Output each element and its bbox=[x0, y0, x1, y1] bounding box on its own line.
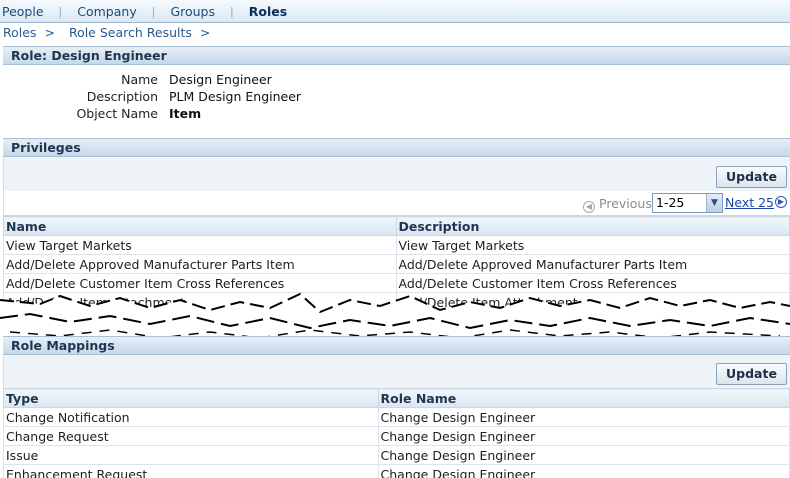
column-header-name: Name bbox=[3, 216, 397, 236]
privilege-description: View Target Markets bbox=[395, 235, 790, 255]
role-mappings-section-header: Role Mappings bbox=[3, 336, 790, 355]
table-row: View Target Markets View Target Markets bbox=[3, 235, 790, 255]
tab-roles[interactable]: Roles bbox=[247, 4, 289, 19]
field-object-name-label: Object Name bbox=[76, 106, 158, 121]
mapping-role-name: Change Design Engineer bbox=[377, 445, 790, 465]
table-row: Add/Delete Item Attachment Add/Delete It… bbox=[3, 292, 790, 312]
mapping-type: Change Notification bbox=[3, 407, 379, 427]
table-row: Issue Change Design Engineer bbox=[3, 445, 790, 465]
tab-people[interactable]: People bbox=[0, 4, 46, 19]
table-row: Change Notification Change Design Engine… bbox=[3, 407, 790, 427]
tab-separator: | bbox=[58, 4, 63, 18]
table-row: Enhancement Request Change Design Engine… bbox=[3, 464, 790, 478]
tab-separator: | bbox=[230, 4, 234, 18]
breadcrumb-separator: > bbox=[199, 24, 211, 40]
field-description-label: Description bbox=[86, 89, 158, 104]
table-row: Add/Delete Approved Manufacturer Parts I… bbox=[3, 254, 790, 274]
field-name-label: Name bbox=[121, 72, 158, 87]
previous-icon: ◀ bbox=[583, 201, 595, 213]
tab-groups[interactable]: Groups bbox=[168, 4, 217, 19]
mapping-role-name: Change Design Engineer bbox=[377, 426, 790, 446]
previous-label: Previous bbox=[599, 196, 652, 211]
field-object-name: Object Name Item bbox=[0, 106, 201, 121]
privilege-description: Add/Delete Item Attachment bbox=[395, 292, 790, 312]
table-row: Add/Delete Customer Item Cross Reference… bbox=[3, 273, 790, 293]
field-description-value: PLM Design Engineer bbox=[169, 89, 302, 104]
privilege-name: Add/Delete Customer Item Cross Reference… bbox=[3, 273, 397, 293]
breadcrumb-roles[interactable]: Roles bbox=[3, 25, 36, 40]
privilege-name: Add/Delete Item Attachment bbox=[3, 292, 397, 312]
role-mappings-update-button[interactable]: Update bbox=[716, 363, 787, 385]
next-icon[interactable]: ▶ bbox=[775, 196, 787, 208]
mapping-type: Change Request bbox=[3, 426, 379, 446]
role-section-header: Role: Design Engineer bbox=[3, 46, 790, 65]
table-header-row: Type Role Name bbox=[3, 388, 790, 408]
mapping-type: Enhancement Request bbox=[3, 464, 379, 478]
field-description: Description PLM Design Engineer bbox=[0, 89, 301, 104]
mapping-role-name: Change Design Engineer bbox=[377, 464, 790, 478]
privilege-description: Add/Delete Customer Item Cross Reference… bbox=[395, 273, 790, 293]
role-mappings-table: Type Role Name Change Notification Chang… bbox=[3, 388, 790, 478]
column-header-description: Description bbox=[395, 216, 790, 236]
field-name-value: Design Engineer bbox=[169, 72, 272, 87]
top-tab-bar: People | Company | Groups | Roles bbox=[0, 0, 790, 23]
privilege-name: Add/Delete Approved Manufacturer Parts I… bbox=[3, 254, 397, 274]
field-object-name-value: Item bbox=[169, 106, 202, 121]
table-header-row: Name Description bbox=[3, 216, 790, 236]
privileges-update-button[interactable]: Update bbox=[716, 166, 787, 188]
privileges-table: Name Description View Target Markets Vie… bbox=[3, 216, 790, 312]
chevron-down-icon: ▼ bbox=[706, 194, 722, 212]
breadcrumb-separator: > bbox=[44, 24, 55, 40]
privileges-action-bar: Update bbox=[3, 157, 790, 191]
privilege-name: View Target Markets bbox=[3, 235, 397, 255]
range-select[interactable]: 1-25 ▼ bbox=[652, 193, 723, 213]
mapping-role-name: Change Design Engineer bbox=[377, 407, 790, 427]
tab-separator: | bbox=[151, 4, 156, 18]
range-select-value: 1-25 bbox=[656, 195, 685, 210]
field-name: Name Design Engineer bbox=[0, 72, 272, 87]
privileges-section-header: Privileges bbox=[3, 138, 790, 157]
privileges-pagination: ◀ Previous 1-25 ▼ Next 25 ▶ bbox=[3, 191, 790, 216]
column-header-role-name: Role Name bbox=[377, 388, 790, 408]
table-row: Change Request Change Design Engineer bbox=[3, 426, 790, 446]
column-header-type: Type bbox=[3, 388, 379, 408]
breadcrumb: Roles > Role Search Results > bbox=[3, 24, 224, 40]
next-link[interactable]: Next 25 bbox=[725, 195, 774, 210]
breadcrumb-role-search-results[interactable]: Role Search Results bbox=[69, 25, 192, 40]
previous-link: ◀ Previous bbox=[583, 196, 652, 213]
role-mappings-action-bar: Update bbox=[3, 355, 790, 388]
mapping-type: Issue bbox=[3, 445, 379, 465]
privilege-description: Add/Delete Approved Manufacturer Parts I… bbox=[395, 254, 790, 274]
tab-company[interactable]: Company bbox=[75, 4, 138, 19]
